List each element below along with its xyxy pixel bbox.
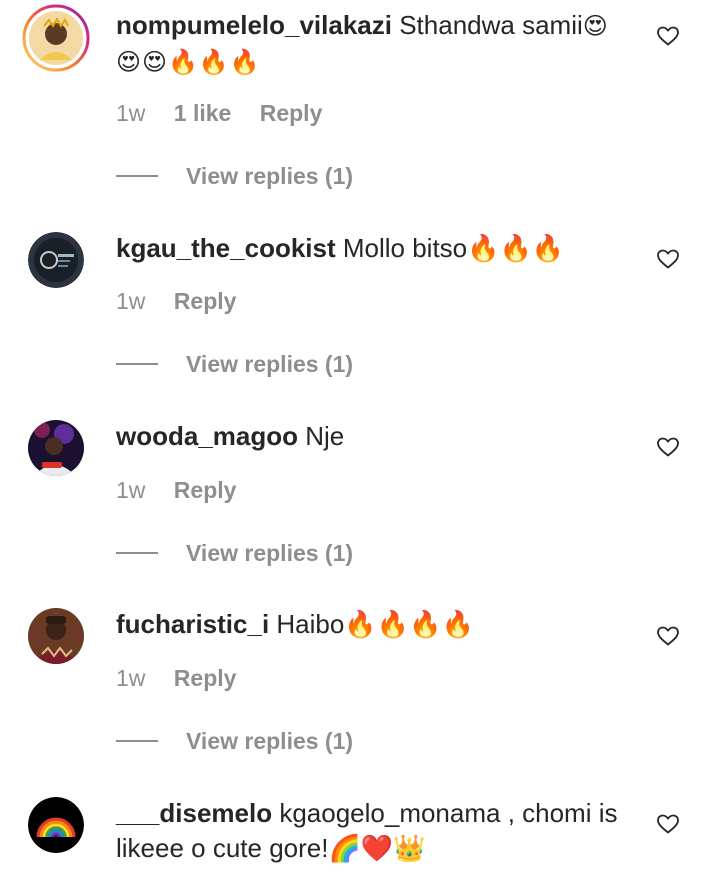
avatar[interactable] [28, 420, 84, 476]
heart-outline-icon[interactable] [656, 812, 680, 836]
replies-divider [116, 552, 158, 554]
comment-text: kgau_the_cookist Mollo bitso🔥🔥🔥 [116, 233, 565, 263]
comment-meta: 1w Reply [116, 288, 258, 315]
view-replies-button[interactable]: View replies (1) [116, 349, 353, 379]
comment-meta: 1w Reply [116, 665, 258, 692]
avatar[interactable] [28, 232, 84, 288]
reply-button[interactable]: Reply [174, 665, 237, 691]
heart-outline-icon[interactable] [656, 24, 680, 48]
comment-username[interactable]: wooda_magoo [116, 421, 298, 451]
avatar[interactable] [28, 797, 84, 853]
comment-meta: 1w 1 like Reply [116, 100, 344, 127]
avatar[interactable] [22, 4, 90, 72]
heart-outline-icon[interactable] [656, 624, 680, 648]
comment-text: wooda_magoo Nje [116, 421, 345, 451]
replies-divider [116, 175, 158, 177]
comment-text: fucharistic_i Haibo🔥🔥🔥🔥 [116, 609, 474, 639]
reply-button[interactable]: Reply [174, 288, 237, 314]
replies-divider [116, 363, 158, 365]
view-replies-button[interactable]: View replies (1) [116, 538, 353, 568]
comment-username[interactable]: nompumelelo_vilakazi [116, 10, 392, 40]
comment-time: 1w [116, 100, 146, 126]
comment-time: 1w [116, 288, 146, 314]
comment-username[interactable]: kgau_the_cookist [116, 233, 336, 263]
comment-meta: 1w Reply [116, 477, 258, 504]
comment-username[interactable]: ___disemelo [116, 798, 272, 828]
avatar[interactable] [28, 608, 84, 664]
comment-text: nompumelelo_vilakazi Sthandwa samii😍 😍😍🔥… [116, 10, 609, 76]
reply-button[interactable]: Reply [260, 100, 323, 126]
heart-outline-icon[interactable] [656, 247, 680, 271]
comment-text: ___disemelo kgaogelo_monama , chomi is l… [116, 798, 618, 863]
view-replies-button[interactable]: View replies (1) [116, 161, 353, 191]
comment-username[interactable]: fucharistic_i [116, 609, 269, 639]
reply-button[interactable]: Reply [174, 477, 237, 503]
comment-time: 1w [116, 477, 146, 503]
replies-divider [116, 740, 158, 742]
heart-outline-icon[interactable] [656, 435, 680, 459]
comment-time: 1w [116, 665, 146, 691]
view-replies-button[interactable]: View replies (1) [116, 726, 353, 756]
like-count[interactable]: 1 like [174, 100, 232, 126]
